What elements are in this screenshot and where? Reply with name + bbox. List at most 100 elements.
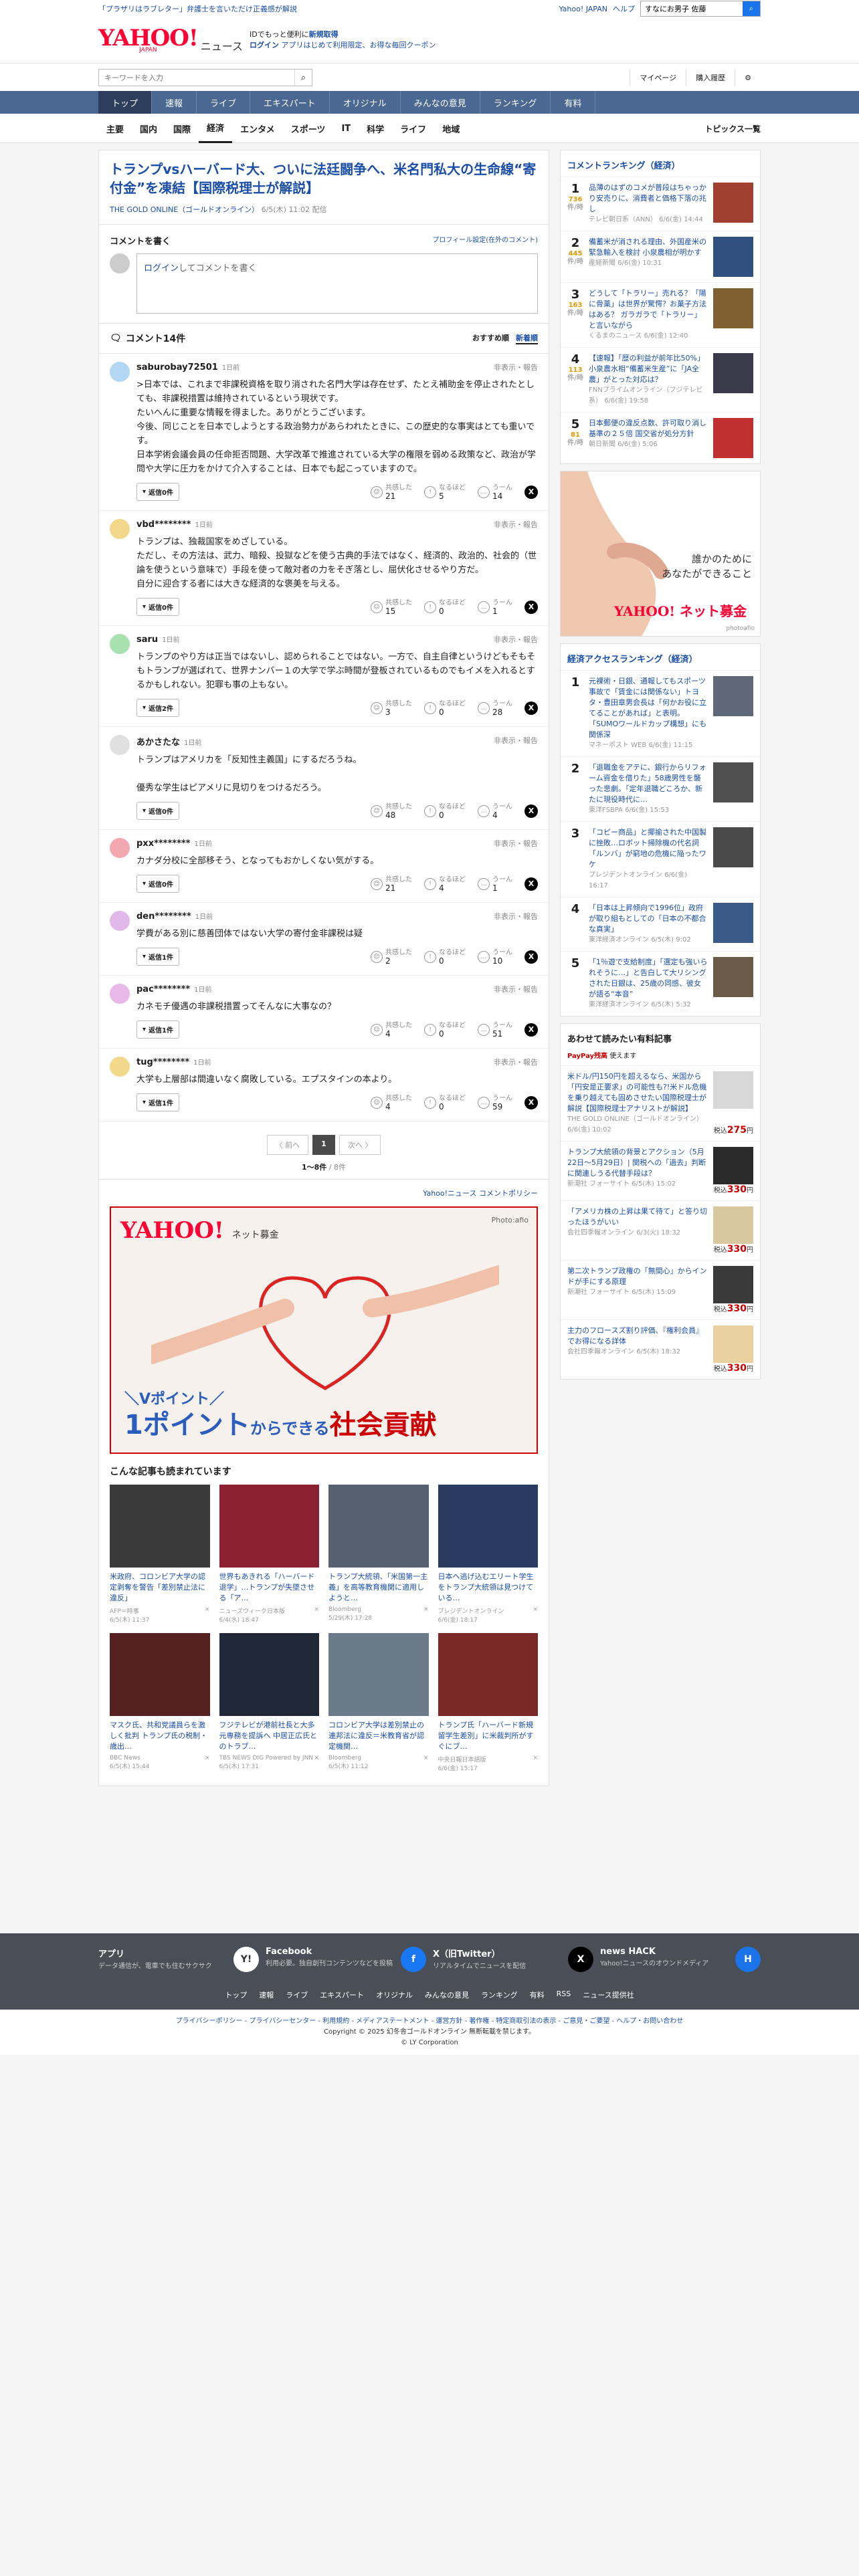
footer-link[interactable]: RSS [557, 1990, 571, 2000]
react-nahodo-button[interactable]: ! なるほど 4 [424, 876, 466, 892]
react-hmm-button[interactable]: … うーん 14 [478, 484, 512, 500]
footer-link[interactable]: ライブ [286, 1990, 308, 2000]
hide-report-link[interactable]: 非表示・報告 [494, 1057, 538, 1067]
footer-link[interactable]: 有料 [530, 1990, 545, 2000]
legal-links[interactable]: プライバシーポリシー - プライバシーセンター - 利用規約 - メディアステー… [0, 2016, 859, 2027]
comment-username[interactable]: あかさたな [136, 738, 180, 748]
gnav-original[interactable]: オリジナル [330, 91, 401, 114]
reply-toggle-button[interactable]: ▾ 返信0件 [136, 598, 179, 616]
footer-app-0[interactable]: アプリ データ通信が、電車でも住むサクサク Y! [98, 1947, 259, 1972]
x-share-icon[interactable]: X [524, 600, 538, 614]
footer-app-3[interactable]: news HACK Yahoo!ニュースのオウンドメディア H [600, 1947, 761, 1972]
react-nahodo-button[interactable]: ! なるほど 0 [424, 803, 466, 819]
reply-toggle-button[interactable]: ▾ 返信1件 [136, 948, 179, 966]
ranking-item[interactable]: 3 163 件/時 どうして「トラリー」売れる？「陽に骨薬」は世界が驚愕？お菓子方法は… [561, 282, 760, 347]
footer-link[interactable]: みんなの意見 [425, 1990, 469, 2000]
close-icon[interactable]: × [533, 1755, 538, 1772]
comment-policy-link[interactable]: Yahoo!ニュース コメントポリシー [423, 1189, 538, 1198]
x-share-icon[interactable]: X [524, 804, 538, 818]
also-read-item[interactable]: フジテレビが港前社長と大多元専務を提訴へ 中居正広氏とのトラブ… TBS NEWS… [219, 1633, 319, 1772]
react-empathy-button[interactable]: ☺ 共感した 15 [371, 599, 412, 615]
web-search-input[interactable] [641, 1, 743, 16]
purchase-history-link[interactable]: 購入履歴 [686, 69, 735, 86]
hide-report-link[interactable]: 非表示・報告 [494, 838, 538, 849]
help-link[interactable]: ヘルプ [613, 3, 635, 14]
cat-main[interactable]: 主要 [98, 114, 132, 143]
gnav-flash[interactable]: 速報 [152, 91, 197, 114]
access-ranking-item[interactable]: 1 元裸術・日銀、通報してもスポーツ事故で「賃金には関係ない」トヨタ・豊田章男会長… [561, 670, 760, 756]
close-icon[interactable]: × [314, 1755, 319, 1770]
footer-link[interactable]: ニュース提供社 [583, 1990, 634, 2000]
footer-link[interactable]: 速報 [259, 1990, 274, 2000]
comment-username[interactable]: tug******** [136, 1057, 189, 1067]
close-icon[interactable]: × [205, 1606, 210, 1624]
footer-app-2[interactable]: X（旧Twitter） リアルタイムでニュースを配信 X [433, 1947, 593, 1972]
footer-link[interactable]: エキスパート [320, 1990, 364, 2000]
react-empathy-button[interactable]: ☺ 共感した 2 [371, 949, 412, 965]
react-hmm-button[interactable]: … うーん 51 [478, 1022, 512, 1038]
x-share-icon[interactable]: X [524, 877, 538, 891]
signup-link[interactable]: 新規取得 [309, 30, 339, 39]
paid-article-item[interactable]: 第二次トランプ政権の「無間心」からインドが手にする原理 新潮社 フォーサイト 6/… [561, 1260, 760, 1319]
react-empathy-button[interactable]: ☺ 共感した 21 [371, 484, 412, 500]
hide-report-link[interactable]: 非表示・報告 [494, 362, 538, 372]
cat-economy[interactable]: 経済 [199, 114, 233, 143]
login-link[interactable]: ログイン [250, 41, 279, 49]
x-share-icon[interactable]: X [524, 1023, 538, 1037]
ranking-item[interactable]: 5 81 件/時 日本郵便の違反点数、許可取り消し基準の２５倍 国交省が処分方針 朝日新… [561, 412, 760, 463]
access-ranking-item[interactable]: 5 「1％遊で支給制度」「選定も強いられそうに…」と告白して大リシングされた日銀は… [561, 951, 760, 1016]
x-share-icon[interactable]: X [524, 485, 538, 499]
footer-link[interactable]: トップ [225, 1990, 247, 2000]
article-title[interactable]: トランプvsハーバード大、ついに法廷闘争へ、米名門私大の生命線“寄付金”を凍結【… [110, 160, 538, 197]
reply-toggle-button[interactable]: ▾ 返信0件 [136, 802, 179, 820]
comment-username[interactable]: den******** [136, 911, 191, 922]
paid-article-item[interactable]: トランプ大統領の背景とアクション（5月22日〜5月29日）| 関税への「過去」判… [561, 1141, 760, 1200]
react-empathy-button[interactable]: ☺ 共感した 4 [371, 1095, 412, 1111]
reply-toggle-button[interactable]: ▾ 返信0件 [136, 483, 179, 501]
cat-it[interactable]: IT [333, 114, 359, 143]
cat-domestic[interactable]: 国内 [132, 114, 165, 143]
ad-banner[interactable]: 誰かのために あなたができること YAHOO! ネット募金 photoafio [560, 471, 761, 637]
profile-settings-link[interactable]: プロフィール設定(在外のコメント) [432, 234, 538, 247]
also-read-item[interactable]: マスク氏、共和党議員らを激しく批判 トランプ氏の税制・歳出… BBC News 6/… [110, 1633, 210, 1772]
hide-report-link[interactable]: 非表示・報告 [494, 984, 538, 994]
cat-world[interactable]: 国際 [165, 114, 199, 143]
gnav-expert[interactable]: エキスパート [250, 91, 330, 114]
cat-science[interactable]: 科学 [359, 114, 392, 143]
gnav-top[interactable]: トップ [98, 91, 153, 114]
ranking-item[interactable]: 2 445 件/時 備蓄米が消される理由、外国産米の緊急輸入を検討 小泉農相が明かす産… [561, 231, 760, 282]
promo-link[interactable]: 「プラザリはラブレター」弁護士を言いただけ正義感が解説 [98, 3, 297, 14]
close-icon[interactable]: × [533, 1606, 538, 1624]
access-ranking-item[interactable]: 2 「退職金をアテに、銀行からリフォーム資金を借りた」58歳男性を襲った悲劇。「定… [561, 756, 760, 821]
x-share-icon[interactable]: X [524, 950, 538, 964]
close-icon[interactable]: × [205, 1755, 210, 1770]
footer-link[interactable]: オリジナル [376, 1990, 413, 2000]
also-read-item[interactable]: 世界もあきれる「ハーバード退学」…トランプが失墜させる「ア… ニューズウィーク日本… [219, 1485, 319, 1624]
sort-recommended[interactable]: おすすめ順 [472, 332, 509, 344]
paid-article-item[interactable]: 米ドル/円150円を超えるなら、米国から「円安是正要求」の可能性も?!米ドル危機… [561, 1065, 760, 1141]
react-nahodo-button[interactable]: ! なるほど 0 [424, 599, 466, 615]
topics-list-link[interactable]: トピックス一覧 [704, 123, 761, 134]
reply-toggle-button[interactable]: ▾ 返信2件 [136, 699, 179, 717]
sort-new[interactable]: 新着順 [516, 332, 538, 344]
x-share-icon[interactable]: X [524, 1095, 538, 1109]
close-icon[interactable]: × [314, 1606, 319, 1624]
react-nahodo-button[interactable]: ! なるほど 0 [424, 1095, 466, 1111]
also-read-item[interactable]: トランプ氏「ハーバード新規留学生差別」に米裁判所がすぐにブ… 中央日報日本語版 6/… [438, 1633, 538, 1772]
coupon-text[interactable]: アプリはじめて利用限定、お得な毎回クーポン [281, 41, 436, 49]
comment-username[interactable]: vbd******** [136, 520, 191, 530]
prev-page-button[interactable]: 〈 前へ [266, 1135, 309, 1155]
react-hmm-button[interactable]: … うーん 1 [478, 876, 512, 892]
react-empathy-button[interactable]: ☺ 共感した 4 [371, 1022, 412, 1038]
paid-article-item[interactable]: 「アメリカ株の上昇は果て待て」と答り切ったほうがいい 会社四季報オンライン 6/3… [561, 1200, 760, 1260]
footer-link[interactable]: ランキング [481, 1990, 518, 2000]
next-page-button[interactable]: 次へ 〉 [339, 1135, 381, 1155]
react-nahodo-button[interactable]: ! なるほど 0 [424, 1022, 466, 1038]
cat-life[interactable]: ライフ [392, 114, 434, 143]
x-share-icon[interactable]: X [524, 701, 538, 715]
paid-article-item[interactable]: 主力のフロースズ割り評価、『権利会員』でお得になる詳体 会社四季報オンライン 6/… [561, 1319, 760, 1379]
gnav-paid[interactable]: 有料 [551, 91, 596, 114]
react-hmm-button[interactable]: … うーん 4 [478, 803, 512, 819]
comment-username[interactable]: pac******** [136, 984, 190, 994]
comment-username[interactable]: saru [136, 635, 158, 645]
